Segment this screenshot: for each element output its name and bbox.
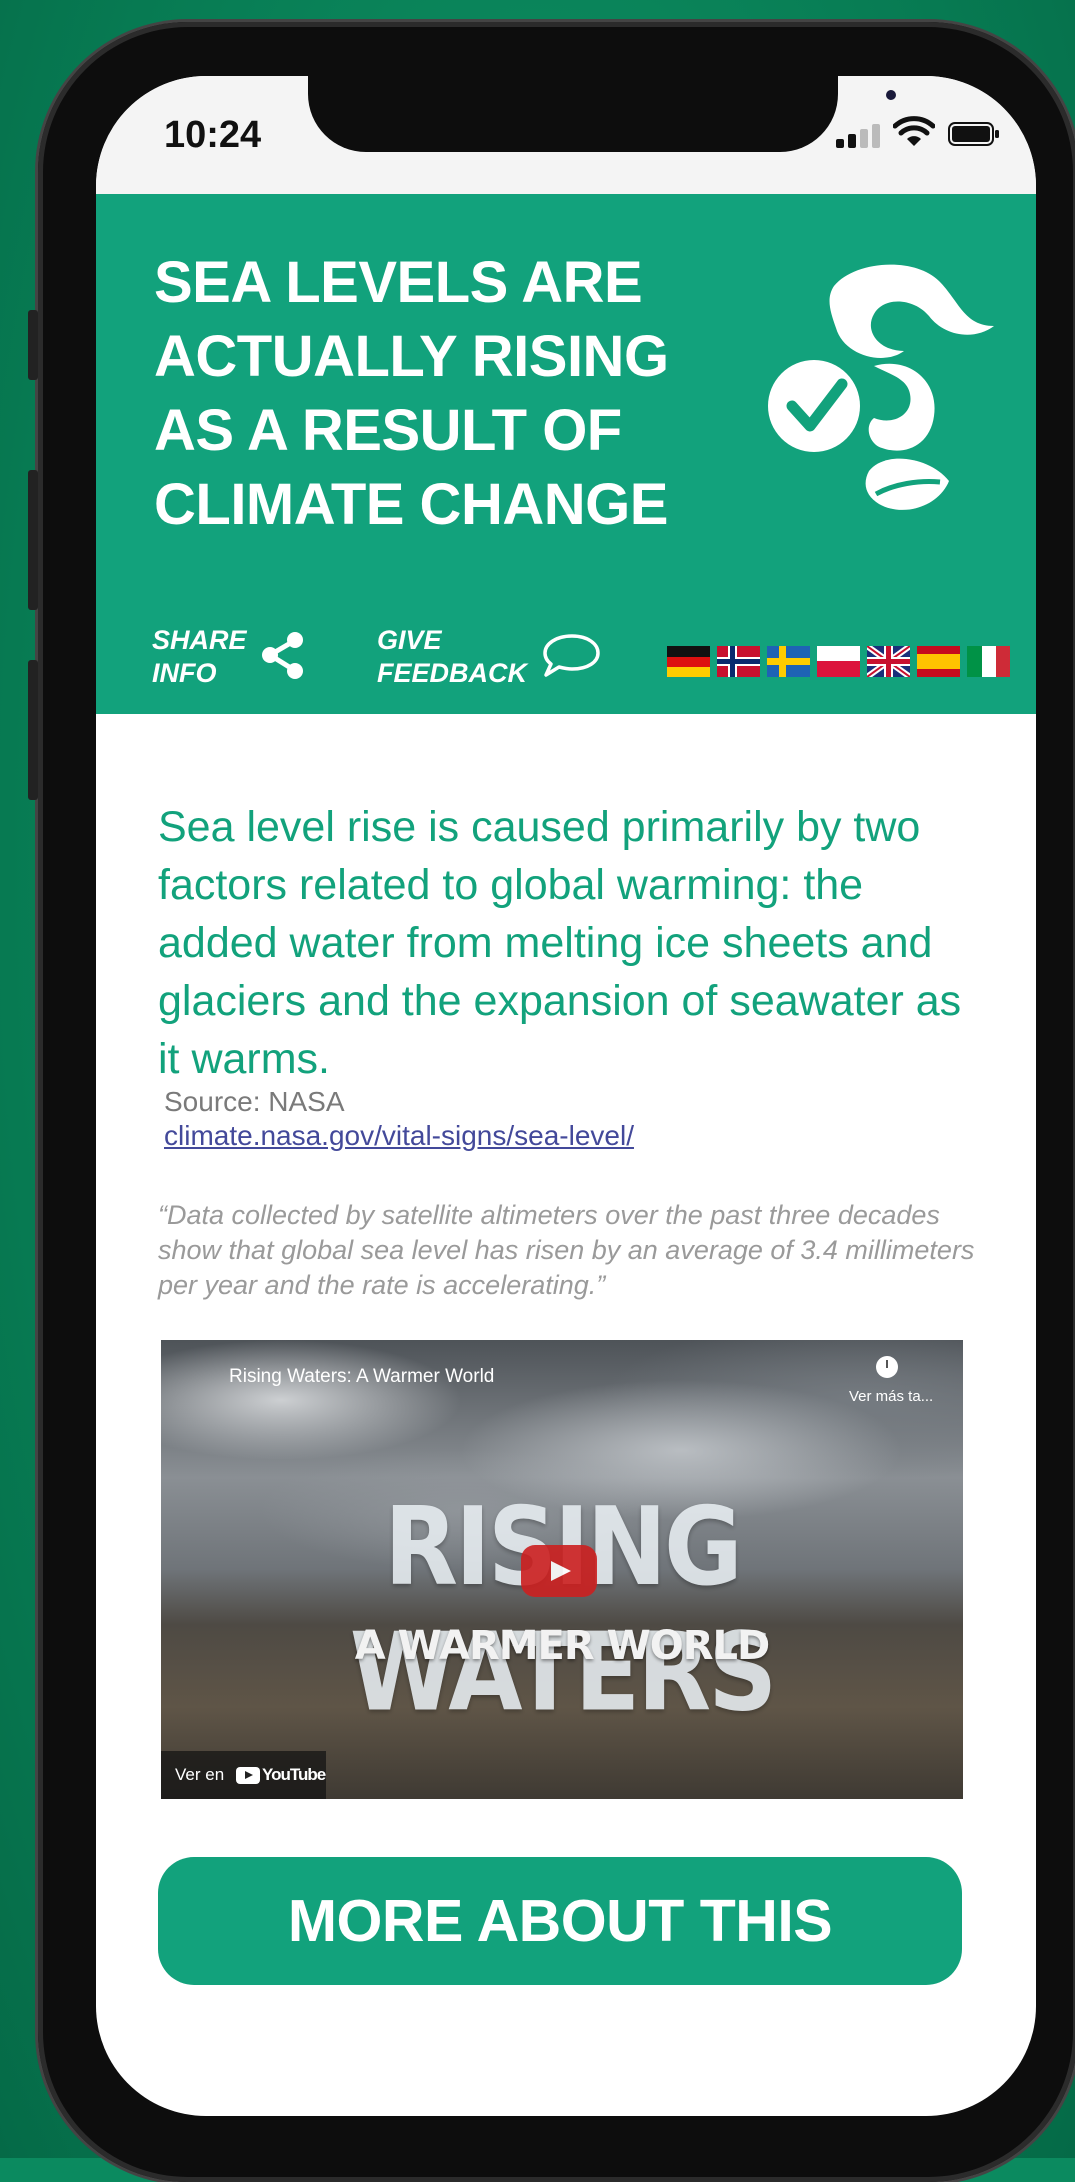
battery-icon — [948, 122, 999, 146]
action-row: SHARE INFO GIVE FEEDBACK — [96, 624, 1036, 688]
watch-later-label[interactable]: Ver más ta... — [849, 1388, 933, 1405]
spain-flag-icon[interactable] — [917, 646, 960, 677]
header-banner: SEA LEVELS ARE ACTUALLY RISING AS A RESU… — [96, 194, 1036, 714]
wifi-icon — [893, 116, 935, 146]
camera — [886, 90, 896, 100]
youtube-logo-icon: YouTube — [236, 1765, 326, 1785]
speech-bubble-icon[interactable] — [540, 632, 602, 678]
status-bar: 10:24 — [96, 76, 1036, 194]
video-title[interactable]: Rising Waters: A Warmer World — [229, 1366, 494, 1388]
uk-flag-icon[interactable] — [867, 646, 910, 677]
feedback-label-line2: FEEDBACK — [377, 658, 528, 688]
share-label-line1: SHARE — [152, 625, 247, 655]
more-about-this-button[interactable]: MORE ABOUT THIS — [158, 1857, 962, 1985]
youtube-wordmark: YouTube — [262, 1765, 326, 1784]
volume-down-button — [28, 660, 38, 800]
status-time: 10:24 — [164, 114, 262, 156]
article-content: Sea level rise is caused primarily by tw… — [96, 714, 1036, 2116]
watch-on-label: Ver en — [175, 1765, 225, 1784]
climate-check-logo-icon — [768, 264, 994, 510]
poland-flag-icon[interactable] — [817, 646, 860, 677]
watch-on-youtube-button[interactable]: Ver en YouTube — [161, 1751, 326, 1799]
source-link[interactable]: climate.nasa.gov/vital-signs/sea-level/ — [164, 1120, 634, 1152]
share-icon[interactable] — [258, 630, 308, 680]
norway-flag-icon[interactable] — [717, 646, 760, 677]
video-embed[interactable]: Rising Waters: A Warmer World Ver más ta… — [161, 1340, 963, 1799]
signal-icon — [836, 124, 880, 148]
volume-up-button — [28, 470, 38, 610]
phone-screen: 10:24 SEA LEVELS ARE ACTUALLY RISING AS … — [96, 76, 1036, 2116]
clock-icon[interactable] — [876, 1356, 898, 1378]
quote-text: “Data collected by satellite altimeters … — [158, 1200, 975, 1300]
give-feedback-button[interactable]: GIVE FEEDBACK — [377, 624, 527, 690]
share-info-button[interactable]: SHARE INFO — [152, 624, 247, 690]
language-flags — [667, 646, 1010, 677]
mute-switch — [28, 310, 38, 380]
notch — [308, 76, 896, 152]
play-button-icon[interactable] — [521, 1545, 597, 1597]
sweden-flag-icon[interactable] — [767, 646, 810, 677]
source-label: Source: NASA — [164, 1086, 345, 1117]
germany-flag-icon[interactable] — [667, 646, 710, 677]
italy-flag-icon[interactable] — [967, 646, 1010, 677]
share-label-line2: INFO — [152, 658, 217, 688]
lead-paragraph: Sea level rise is caused primarily by tw… — [158, 803, 962, 1083]
page-title: SEA LEVELS ARE ACTUALLY RISING AS A RESU… — [154, 250, 669, 537]
video-big-title: RISING WATERS — [349, 1485, 778, 1736]
feedback-label-line1: GIVE — [377, 625, 442, 655]
video-subtitle: A WARMER WORLD — [354, 1623, 770, 1669]
